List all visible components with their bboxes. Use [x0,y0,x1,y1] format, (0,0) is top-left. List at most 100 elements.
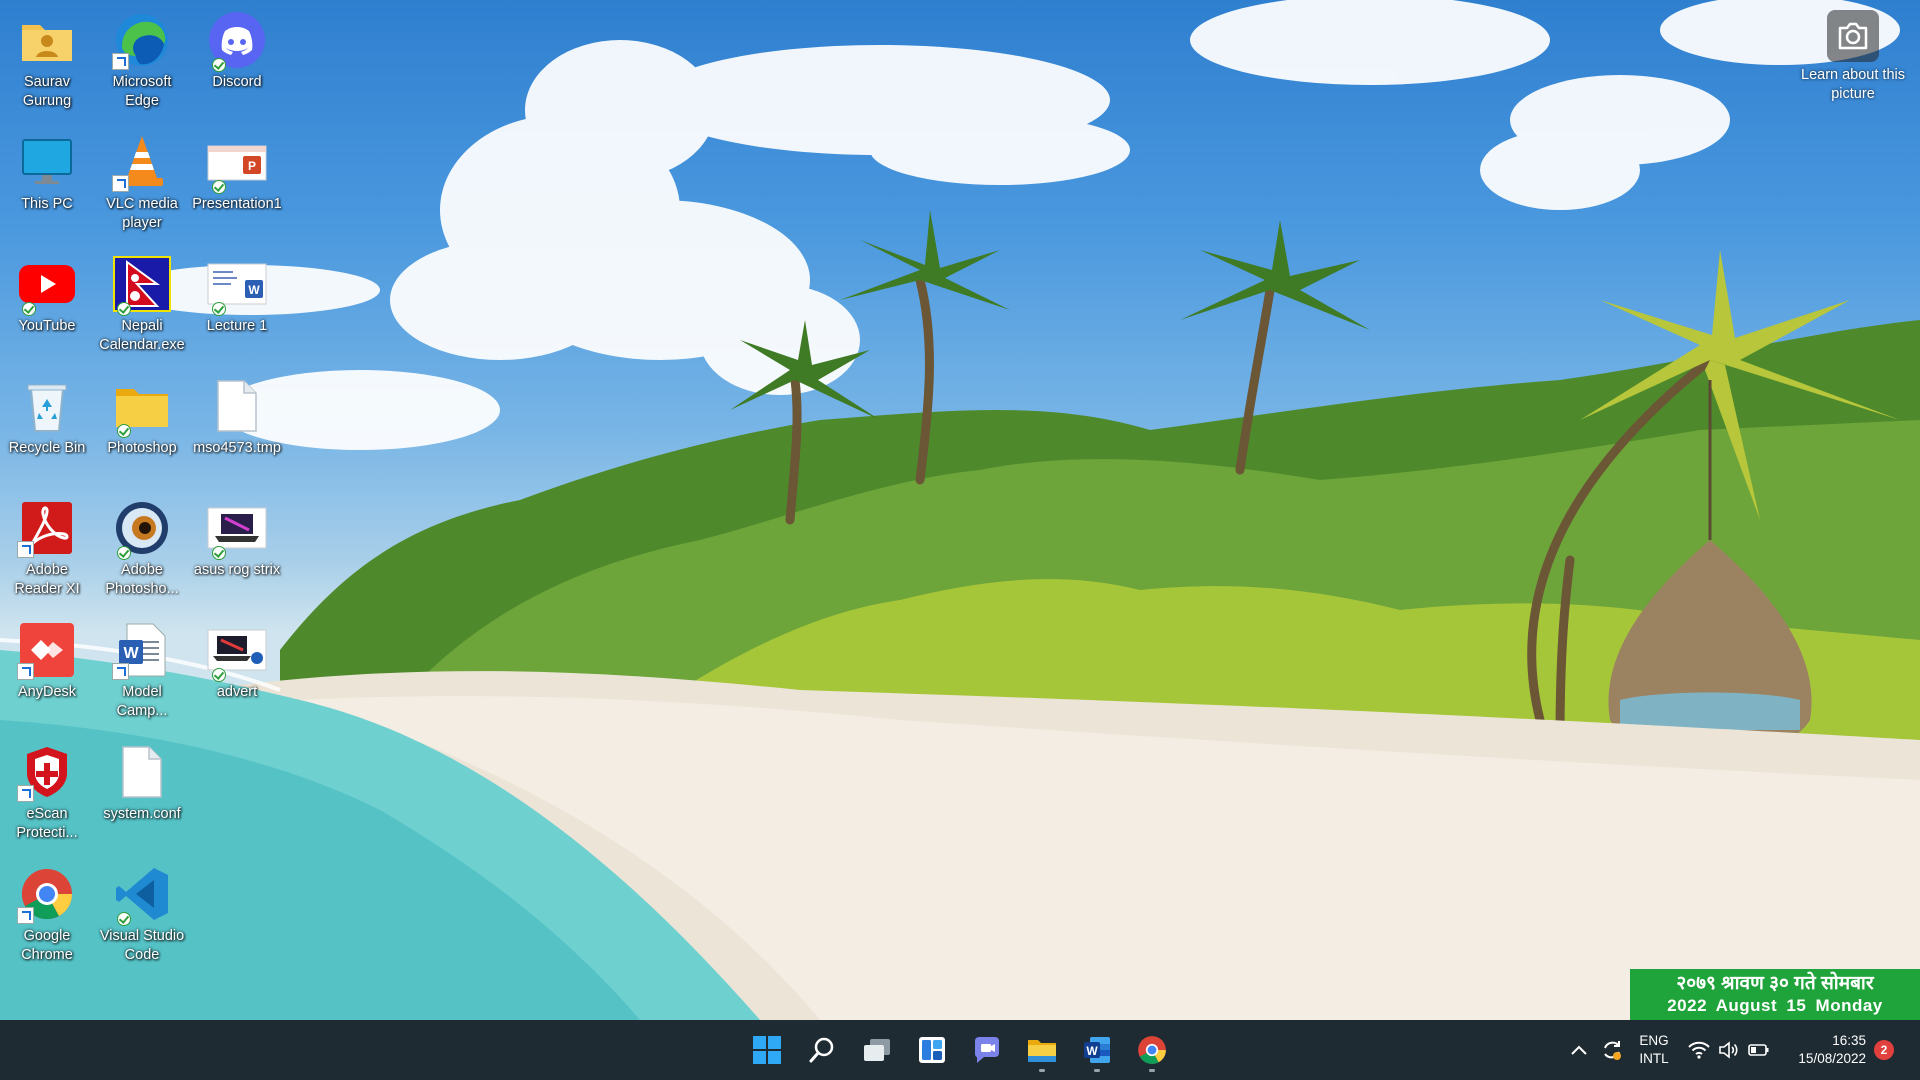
desktop-icon-vlc[interactable]: VLC media player [96,128,188,246]
desktop-icon-presentation1[interactable]: P Presentation1 [191,128,283,246]
desktop-icon-model-camp[interactable]: W Model Camp... [96,616,188,734]
escan-shield-icon [17,742,77,802]
desktop-icon-label: eScan Protecti... [16,806,78,841]
desktop-icon-discord[interactable]: Discord [191,6,283,124]
desktop-icon-adobe-reader[interactable]: Adobe Reader XI [1,494,93,612]
desktop-icon-google-chrome[interactable]: Google Chrome [1,860,93,978]
desktop-icon-label: This PC [21,196,73,212]
task-view-button[interactable] [855,1028,899,1072]
battery-button[interactable] [1748,1020,1770,1080]
desktop-icon-vscode[interactable]: Visual Studio Code [96,860,188,978]
desktop-icon-label: system.conf [103,806,181,822]
camera-icon [1827,10,1879,62]
desktop-icon-system-conf[interactable]: system.conf [96,738,188,856]
file-explorer-button[interactable] [1020,1028,1064,1072]
sync-status-icon [117,912,131,926]
notification-badge[interactable]: 2 [1874,1040,1894,1060]
desktop-icon-this-pc[interactable]: This PC [1,128,93,246]
edge-icon [112,10,172,70]
learn-about-picture-label: Learn about this picture [1801,67,1905,102]
desktop-icon-adobe-photoshop[interactable]: Adobe Photosho... [96,494,188,612]
anydesk-icon [17,620,77,680]
photoshop-eye-icon [112,498,172,560]
desktop-icon-label: Saurav Gurung [22,74,72,109]
desktop-icon-advert[interactable]: advert [191,616,283,734]
widgets-icon [919,1037,945,1063]
running-indicator [1149,1069,1155,1072]
desktop-icon-label: Nepali Calendar.exe [99,318,185,353]
chat-button[interactable] [965,1028,1009,1072]
desktop-icon-nepali-calendar[interactable]: Nepali Calendar.exe [96,250,188,368]
desktop-icon-photoshop-folder[interactable]: Photoshop [96,372,188,490]
network-button[interactable] [1688,1020,1710,1080]
running-indicator [1039,1069,1045,1072]
desktop-icon-label: Presentation1 [192,196,282,212]
desktop-icon-label: Model Camp... [116,684,168,719]
chrome-button[interactable] [1130,1028,1174,1072]
desktop-icon-label: Google Chrome [21,928,73,963]
shortcut-arrow-icon [17,541,34,558]
nepal-flag-icon [112,254,172,316]
chrome-icon [1138,1036,1166,1064]
chevron-up-icon [1571,1045,1587,1055]
search-button[interactable] [800,1028,844,1072]
wifi-icon [1688,1041,1710,1059]
sync-status-icon [212,302,226,316]
desktop-icon-microsoft-edge[interactable]: Microsoft Edge [96,6,188,124]
desktop-icon-youtube[interactable]: YouTube [1,250,93,368]
keyboard-layout: INTL [1639,1051,1669,1066]
volume-button[interactable] [1718,1020,1740,1080]
beach-scene [0,0,1920,1020]
desktop-icon-label: Lecture 1 [206,318,268,334]
shortcut-arrow-icon [17,785,34,802]
file-explorer-icon [1028,1040,1056,1062]
desktop-icon-recycle-bin[interactable]: Recycle Bin [1,372,93,490]
svg-text:W: W [123,645,139,662]
desktop-icon-label: VLC media player [106,196,178,231]
word-file-icon: W [207,254,267,316]
desktop-icon-label: Photoshop [107,440,177,456]
desktop-icon-label: Microsoft Edge [112,74,172,109]
desktop-icon-saurav-gurung[interactable]: Saurav Gurung [1,6,93,124]
user-folder-icon [17,10,77,70]
desktop-icon-anydesk[interactable]: AnyDesk [1,616,93,734]
desktop-icon-label: Recycle Bin [8,440,86,456]
task-view-icon [864,1039,890,1061]
sync-status-icon [117,302,131,316]
desktop-icon-label: AnyDesk [17,684,77,700]
desktop-icon-escan[interactable]: eScan Protecti... [1,738,93,856]
sync-status-icon [117,424,131,438]
sync-tray-button[interactable] [1600,1020,1624,1080]
nepali-date-text: २०७९ श्रावण ३० गते सोमबार [1676,972,1874,994]
taskbar: W ENG INTL 16:35 15/08/2022 [0,1020,1920,1080]
clock[interactable]: 16:35 15/08/2022 [1786,1020,1866,1080]
sync-status-icon [212,668,226,682]
recycle-bin-icon [17,376,77,436]
desktop-icon-lecture-1[interactable]: W Lecture 1 [191,250,283,368]
widgets-button[interactable] [910,1028,954,1072]
start-button[interactable] [745,1028,789,1072]
sync-status-icon [22,302,36,316]
desktop-icon-label: YouTube [18,318,76,334]
vscode-icon [112,864,172,926]
desktop-icon-label: Visual Studio Code [99,928,185,963]
blank-file-icon [112,742,172,802]
show-hidden-icons-button[interactable] [1570,1020,1588,1080]
learn-about-picture[interactable]: Learn about this picture [1798,10,1908,104]
english-date-text: 2022 August 15 Monday [1667,995,1883,1015]
desktop-icon-asus-rog-strix[interactable]: asus rog strix [191,494,283,612]
sync-status-icon [212,180,226,194]
shortcut-arrow-icon [112,175,129,192]
laptop-image-icon [207,620,267,682]
chrome-icon [17,864,77,924]
sync-tray-icon [1604,1041,1621,1060]
windows-logo-icon [753,1036,781,1064]
desktop-icon-label: mso4573.tmp [193,440,281,456]
desktop-icon-mso4573[interactable]: mso4573.tmp [191,372,283,490]
sync-status-icon [212,546,226,560]
word-button[interactable]: W [1075,1028,1119,1072]
youtube-icon [17,254,77,316]
language-indicator[interactable]: ENG INTL [1636,1020,1672,1080]
desktop-icon-label: Adobe Reader XI [14,562,80,597]
desktop-icon-label: advert [216,684,258,700]
